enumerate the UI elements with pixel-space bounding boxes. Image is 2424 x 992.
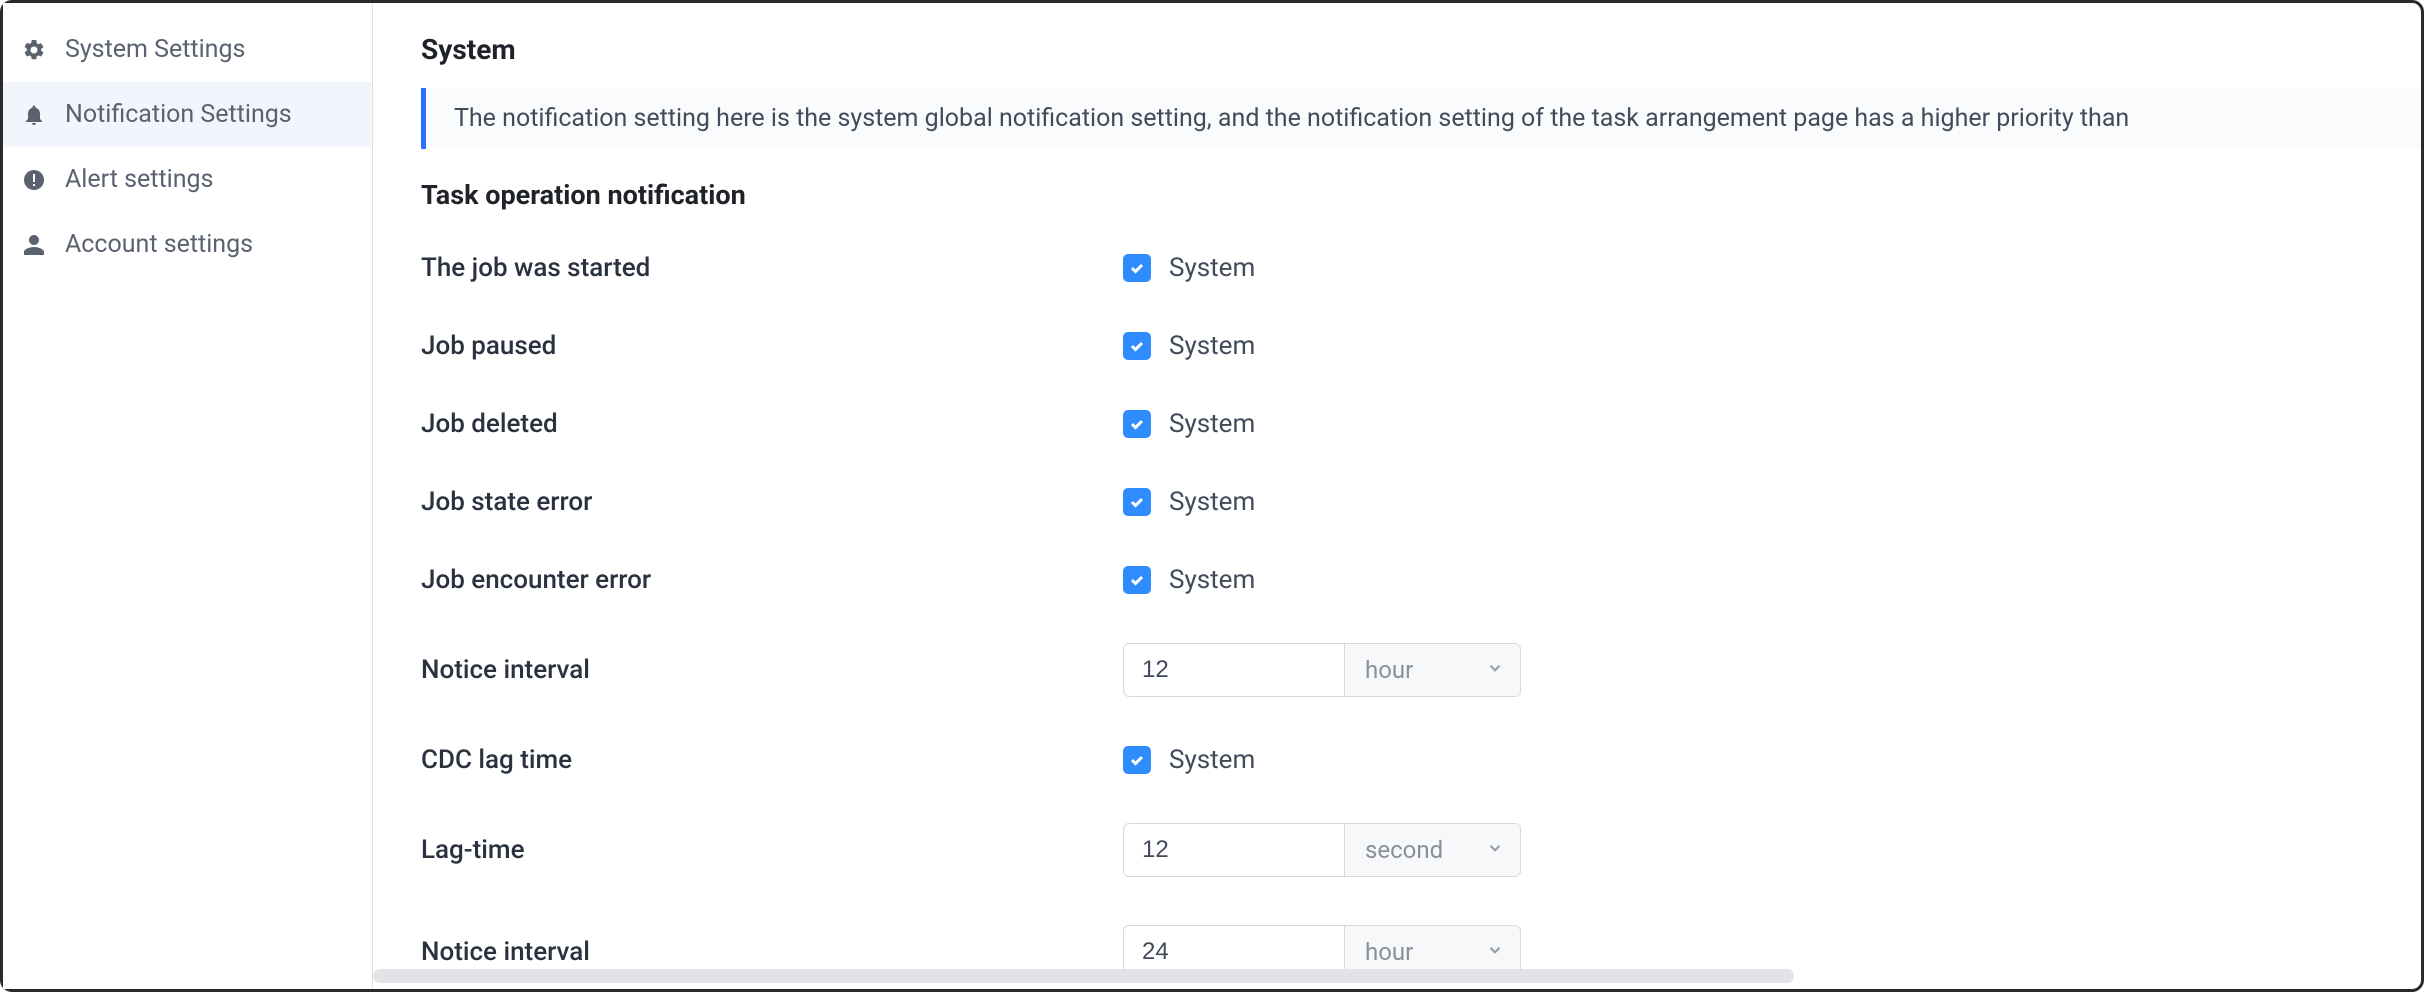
checkbox-label: System: [1169, 331, 1255, 361]
row-job-started: The job was started System: [421, 253, 2421, 283]
scrollbar-thumb[interactable]: [373, 969, 1794, 983]
horizontal-scrollbar[interactable]: [373, 969, 2403, 983]
alert-icon: [21, 167, 47, 193]
row-job-paused: Job paused System: [421, 331, 2421, 361]
form-label: The job was started: [421, 253, 1123, 283]
unit-label: hour: [1365, 656, 1413, 684]
chevron-down-icon: [1486, 941, 1504, 963]
unit-label: hour: [1365, 938, 1413, 966]
checkbox-cdc-lag[interactable]: [1123, 746, 1151, 774]
checkbox-label: System: [1169, 487, 1255, 517]
main-content: System The notification setting here is …: [373, 3, 2421, 989]
lag-time-input[interactable]: [1123, 823, 1345, 877]
sidebar-item-label: Account settings: [65, 230, 253, 259]
unit-label: second: [1365, 836, 1443, 864]
form-label: Notice interval: [421, 937, 1123, 967]
page-title: System: [421, 33, 2421, 66]
row-job-encounter-error: Job encounter error System: [421, 565, 2421, 595]
checkbox-label: System: [1169, 745, 1255, 775]
row-lag-time: Lag-time second: [421, 823, 2421, 877]
form-label: Job deleted: [421, 409, 1123, 439]
sidebar: System Settings Notification Settings Al…: [3, 3, 373, 989]
sidebar-item-account-settings[interactable]: Account settings: [3, 212, 372, 277]
form-label: Notice interval: [421, 655, 1123, 685]
chevron-down-icon: [1486, 659, 1504, 681]
info-banner: The notification setting here is the sys…: [421, 88, 2421, 149]
checkbox-label: System: [1169, 565, 1255, 595]
sidebar-item-notification-settings[interactable]: Notification Settings: [3, 82, 372, 147]
checkbox-label: System: [1169, 409, 1255, 439]
row-job-state-error: Job state error System: [421, 487, 2421, 517]
checkbox-job-deleted[interactable]: [1123, 410, 1151, 438]
sidebar-item-label: Notification Settings: [65, 100, 292, 129]
notice-interval-1-input[interactable]: [1123, 643, 1345, 697]
row-notice-interval-1: Notice interval hour: [421, 643, 2421, 697]
checkbox-job-paused[interactable]: [1123, 332, 1151, 360]
bell-icon: [21, 102, 47, 128]
row-job-deleted: Job deleted System: [421, 409, 2421, 439]
user-icon: [21, 232, 47, 258]
form-label: Job encounter error: [421, 565, 1123, 595]
sidebar-item-system-settings[interactable]: System Settings: [3, 17, 372, 82]
form-label: Job state error: [421, 487, 1123, 517]
form-label: Job paused: [421, 331, 1123, 361]
chevron-down-icon: [1486, 839, 1504, 861]
form-label: CDC lag time: [421, 745, 1123, 775]
sidebar-item-alert-settings[interactable]: Alert settings: [3, 147, 372, 212]
sidebar-item-label: Alert settings: [65, 165, 213, 194]
checkbox-job-encounter-error[interactable]: [1123, 566, 1151, 594]
checkbox-job-started[interactable]: [1123, 254, 1151, 282]
sidebar-item-label: System Settings: [65, 35, 245, 64]
checkbox-job-state-error[interactable]: [1123, 488, 1151, 516]
notice-interval-1-unit-select[interactable]: hour: [1345, 643, 1521, 697]
section-title: Task operation notification: [421, 179, 2421, 211]
form-label: Lag-time: [421, 835, 1123, 865]
gear-icon: [21, 37, 47, 63]
lag-time-unit-select[interactable]: second: [1345, 823, 1521, 877]
row-cdc-lag: CDC lag time System: [421, 745, 2421, 775]
checkbox-label: System: [1169, 253, 1255, 283]
